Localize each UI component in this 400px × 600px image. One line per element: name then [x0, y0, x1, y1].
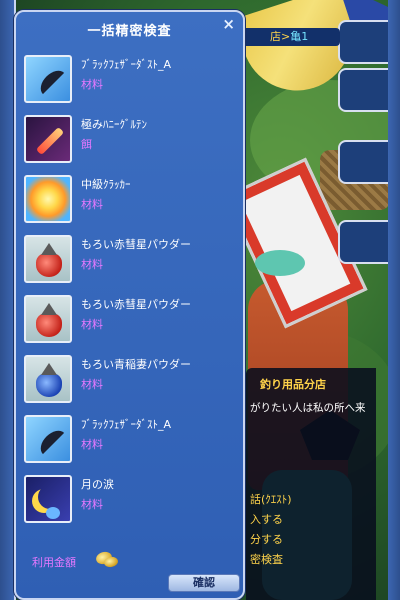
item-category: 材料 — [81, 378, 103, 391]
feather-icon — [24, 55, 72, 103]
shop-option-disassemble[interactable]: 分する — [250, 530, 376, 550]
item-name: 中級ｸﾗｯｶｰ — [81, 178, 131, 191]
shop-option-inspect[interactable]: 密検査 — [250, 550, 376, 570]
location-prefix: 店> — [270, 30, 291, 43]
item-name: もろい赤彗星パウダー — [81, 238, 191, 251]
item-category: 材料 — [81, 258, 103, 271]
feather-icon — [24, 415, 72, 463]
item-category: 餌 — [81, 138, 92, 151]
cracker-icon — [24, 175, 72, 223]
item-name: もろい青稲妻パウダー — [81, 358, 191, 371]
confirm-button[interactable]: 確認 — [168, 574, 240, 592]
item-row[interactable]: 月の涙 材料 — [21, 472, 241, 528]
bulk-inspection-panel: 一括精密検査 × ﾌﾞﾗｯｸﾌｪｻﾞｰﾀﾞｽﾄ_A 材料 極みﾊﾆｰｸﾞﾙﾃﾝ … — [14, 10, 245, 600]
item-row[interactable]: もろい赤彗星パウダー 材料 — [21, 232, 241, 288]
location-label: 店>亀1 — [246, 28, 340, 46]
item-name: 月の涙 — [81, 478, 114, 491]
coin-icon — [103, 555, 119, 569]
blue-powder-bag-icon — [24, 355, 72, 403]
shop-title: 釣り用品分店 — [260, 378, 326, 391]
item-category: 材料 — [81, 78, 103, 91]
shop-option-talk[interactable]: 話(ｸｴｽﾄ) — [250, 490, 376, 510]
item-category: 材料 — [81, 438, 103, 451]
item-row[interactable]: もろい赤彗星パウダー 材料 — [21, 292, 241, 348]
item-name: ﾌﾞﾗｯｸﾌｪｻﾞｰﾀﾞｽﾄ_A — [81, 58, 172, 71]
item-category: 材料 — [81, 318, 103, 331]
shop-dialog: 釣り用品分店 がりたい人は私の所へ来 話(ｸｴｽﾄ) 入する 分する 密検査 — [246, 368, 376, 600]
moon-icon — [24, 475, 72, 523]
right-window-edge — [388, 0, 400, 600]
location-name: 亀1 — [290, 30, 309, 43]
close-button[interactable]: × — [222, 16, 235, 32]
item-row[interactable]: ﾌﾞﾗｯｸﾌｪｻﾞｰﾀﾞｽﾄ_A 材料 — [21, 52, 241, 108]
item-category: 材料 — [81, 498, 103, 511]
firecracker-stick-icon — [24, 115, 72, 163]
item-category: 材料 — [81, 198, 103, 211]
red-powder-bag-icon — [24, 235, 72, 283]
item-name: ﾌﾞﾗｯｸﾌｪｻﾞｰﾀﾞｽﾄ_A — [81, 418, 172, 431]
item-row[interactable]: 極みﾊﾆｰｸﾞﾙﾃﾝ 餌 — [21, 112, 241, 168]
item-name: もろい赤彗星パウダー — [81, 298, 191, 311]
item-row[interactable]: もろい青稲妻パウダー 材料 — [21, 352, 241, 408]
shop-option-buy[interactable]: 入する — [250, 510, 376, 530]
item-name: 極みﾊﾆｰｸﾞﾙﾃﾝ — [81, 118, 147, 131]
fish — [255, 250, 305, 276]
item-row[interactable]: 中級ｸﾗｯｶｰ 材料 — [21, 172, 241, 228]
item-row[interactable]: ﾌﾞﾗｯｸﾌｪｻﾞｰﾀﾞｽﾄ_A 材料 — [21, 412, 241, 468]
shop-message: がりたい人は私の所へ来 — [250, 402, 366, 414]
panel-title: 一括精密検査 — [87, 24, 172, 39]
red-powder-bag-icon — [24, 295, 72, 343]
cost-label: 利用金額 — [32, 556, 76, 569]
